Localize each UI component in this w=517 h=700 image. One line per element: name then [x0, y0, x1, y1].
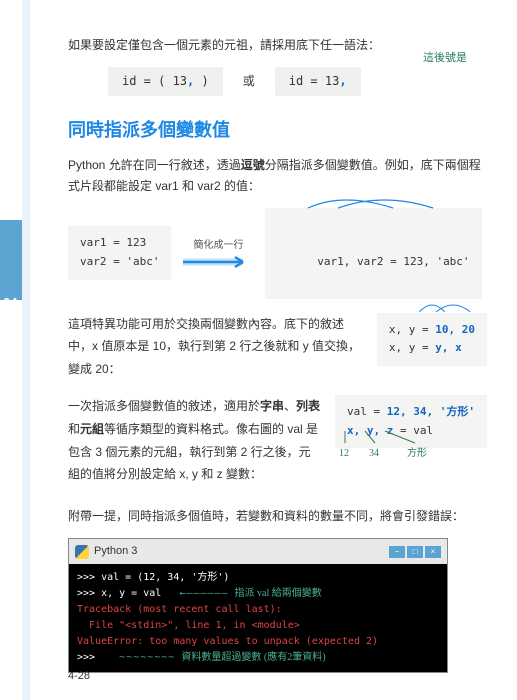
code-highlight: 12, 34, '方形'	[387, 405, 475, 418]
paragraph-4: 一次指派多個變數值的敘述，適用於字串、列表和元組等循序類型的資料格式。像右圖的 …	[68, 395, 321, 486]
code-text: x, y =	[389, 341, 435, 354]
code-text: val =	[347, 405, 387, 418]
comma-highlight: ,	[339, 74, 346, 88]
terminal-titlebar: Python 3 − □ ×	[69, 539, 447, 565]
section-heading: 同時指派多個變數值	[68, 114, 487, 146]
bold-text: 元組	[80, 422, 104, 436]
bold-text: 字串	[260, 399, 284, 413]
terminal-line: >>> x, y = val	[77, 588, 161, 599]
swap-example-row: 這項特異功能可用於交換兩個變數內容。底下的敘述中，x 值原本是 10，執行到第 …	[68, 313, 487, 381]
text: 一次指派多個變數值的敘述，適用於	[68, 399, 260, 413]
minimize-button[interactable]: −	[389, 546, 405, 558]
code-text: x, y =	[389, 323, 435, 336]
code-highlight: y, x	[435, 341, 462, 354]
unpack-example-row: 一次指派多個變數值的敘述，適用於字串、列表和元組等循序類型的資料格式。像右圖的 …	[68, 395, 487, 486]
terminal-annotation: 指派 val 給兩個變數	[235, 588, 322, 599]
swap-arrows-icon	[265, 190, 481, 210]
arrow-icon	[183, 255, 253, 269]
swap-arrows-icon	[377, 295, 487, 315]
terminal-line: >>> val = (12, 34, '方形')	[77, 572, 229, 583]
maximize-button[interactable]: □	[407, 546, 423, 558]
code-text: var1, var2 = 123, 'abc'	[317, 255, 469, 268]
terminal-error-line: File "<stdin>", line 1, in <module>	[77, 620, 300, 631]
python-icon	[75, 545, 89, 559]
value-annotation: 12	[339, 445, 349, 463]
tuple-syntax-1: id = ( 13, )	[108, 67, 223, 97]
handwritten-annotation: 這後號是	[423, 49, 467, 69]
page-content: 如果要設定僅包含一個元素的元祖，請採用底下任一語法： id = ( 13, ) …	[68, 0, 517, 673]
tuple-syntax-row: id = ( 13, ) 或 id = 13, 這後號是	[108, 67, 487, 97]
bold-text: 逗號	[241, 158, 265, 172]
simplify-arrow: 簡化成一行	[183, 237, 253, 269]
unpack-arrows-icon	[335, 429, 475, 449]
terminal-body: >>> val = (12, 34, '方形') >>> x, y = val …	[69, 564, 447, 672]
page-number: 4-28	[68, 670, 90, 682]
arrow-label: 簡化成一行	[193, 237, 243, 255]
code-block-multiline: var1 = 123 var2 = 'abc'	[68, 226, 171, 279]
swap-code-column: x, y = 10, 20 x, y = y, x	[377, 313, 487, 366]
side-stripe	[22, 0, 30, 700]
paragraph-3: 這項特異功能可用於交換兩個變數內容。底下的敘述中，x 值原本是 10，執行到第 …	[68, 313, 363, 381]
terminal-error-line: ValueError: too many values to unpack (e…	[77, 636, 378, 647]
chapter-number: 04	[3, 295, 17, 310]
terminal-annotation: 資料數量超過變數 (應有2筆資料)	[181, 652, 325, 663]
chapter-tab	[0, 220, 22, 300]
terminal-title-text: Python 3	[94, 542, 137, 562]
text: 等循序類型的資料格式。像右圖的 val 是包含 3 個元素的元組，執行到第 2 …	[68, 422, 318, 482]
code-text: id = 13	[289, 74, 340, 88]
tuple-syntax-2: id = 13,	[275, 67, 361, 97]
code-text: )	[194, 74, 208, 88]
window-buttons: − □ ×	[389, 546, 441, 558]
code-highlight: 10, 20	[435, 323, 475, 336]
terminal-error-line: Traceback (most recent call last):	[77, 604, 282, 615]
close-button[interactable]: ×	[425, 546, 441, 558]
code-block-swap: x, y = 10, 20 x, y = y, x	[377, 313, 487, 366]
value-annotation: 方形	[407, 445, 427, 463]
code-text: id = ( 13	[122, 74, 187, 88]
unpack-code-column: val = 12, 34, '方形' x, y, z = val 12 34 方…	[335, 395, 487, 448]
terminal-line: >>>	[77, 652, 95, 663]
bold-text: 列表	[296, 399, 320, 413]
value-annotation: 34	[369, 445, 379, 463]
paragraph-5: 附帶一提，同時指派多個值時，若變數和資料的數量不同，將會引發錯誤：	[68, 506, 487, 528]
code-block-oneline: var1, var2 = 123, 'abc'	[265, 208, 481, 299]
code-comparison-row: var1 = 123 var2 = 'abc' 簡化成一行 var1, var2…	[68, 208, 487, 299]
terminal-window: Python 3 − □ × >>> val = (12, 34, '方形') …	[68, 538, 448, 674]
or-label: 或	[243, 71, 255, 93]
text: Python 允許在同一行敘述，透過	[68, 158, 241, 172]
